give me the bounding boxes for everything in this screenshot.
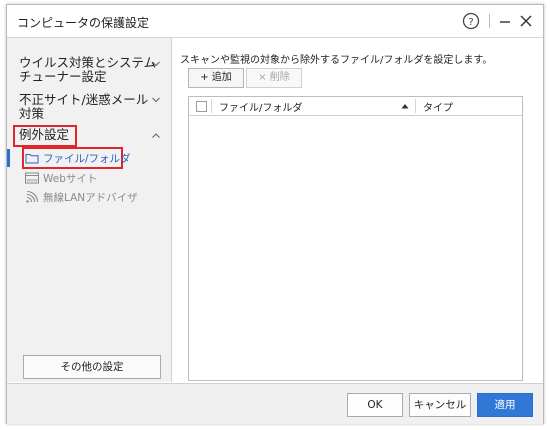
nav-group-exceptions[interactable]: 例外設定 <box>19 128 69 142</box>
sidebar-item-label: ファイル/フォルダ <box>43 152 131 165</box>
titlebar-divider <box>489 14 490 28</box>
nav-group-web-mail[interactable]: 不正サイト/迷惑メール 対策 <box>19 93 148 121</box>
help-icon[interactable]: ? <box>461 11 481 31</box>
ok-button[interactable]: OK <box>347 393 403 417</box>
nav-group-antivirus[interactable]: ウイルス対策とシステム チューナー設定 <box>19 56 156 84</box>
chevron-down-icon[interactable] <box>151 96 161 104</box>
svg-text:?: ? <box>468 17 473 28</box>
minimize-icon[interactable] <box>498 13 512 29</box>
active-indicator <box>7 149 10 167</box>
sidebar-item-label: 無線LANアドバイザ <box>43 191 138 204</box>
cancel-button[interactable]: キャンセル <box>409 393 471 417</box>
wifi-icon <box>26 190 39 203</box>
www-icon: www <box>25 172 39 184</box>
main-panel: スキャンや監視の対象から除外するファイル/フォルダを設定します。 + 追加 × … <box>172 38 543 382</box>
footer-bar: OK キャンセル 適用 <box>7 383 543 424</box>
nav-group-label: チューナー設定 <box>19 69 107 84</box>
chevron-down-icon[interactable] <box>151 60 161 68</box>
sidebar-item-website[interactable]: www Webサイト <box>25 169 97 187</box>
chevron-up-icon[interactable] <box>151 132 161 140</box>
sidebar-item-wifi-advisor[interactable]: 無線LANアドバイザ <box>25 188 138 206</box>
settings-window: コンピュータの保護設定 ? ウイルス対策とシステム チューナー設定 不正サイト/… <box>6 4 544 424</box>
add-button[interactable]: + 追加 <box>188 68 244 88</box>
column-header-file-folder[interactable]: ファイル/フォルダ <box>219 99 302 114</box>
table-header: ファイル/フォルダ タイプ <box>189 97 522 116</box>
delete-button[interactable]: × 削除 <box>246 68 302 88</box>
nav-group-label: ウイルス対策とシステム <box>19 55 157 70</box>
select-all-checkbox[interactable] <box>196 101 207 112</box>
apply-button[interactable]: 適用 <box>477 393 533 417</box>
description-text: スキャンや監視の対象から除外するファイル/フォルダを設定します。 <box>180 55 493 66</box>
sidebar-item-file-folder[interactable]: ファイル/フォルダ <box>25 149 131 167</box>
column-header-type[interactable]: タイプ <box>423 99 453 114</box>
svg-text:www: www <box>26 179 37 184</box>
sidebar: ウイルス対策とシステム チューナー設定 不正サイト/迷惑メール 対策 例外設定 … <box>7 38 172 382</box>
close-icon[interactable] <box>519 13 533 29</box>
sidebar-item-label: Webサイト <box>43 172 98 185</box>
nav-group-label: 対策 <box>19 106 45 121</box>
nav-group-label: 不正サイト/迷惑メール <box>19 92 149 107</box>
folder-icon <box>25 154 39 164</box>
title-bar: コンピュータの保護設定 ? <box>7 5 543 38</box>
column-divider <box>415 99 416 113</box>
column-divider <box>211 99 212 113</box>
window-title: コンピュータの保護設定 <box>17 16 150 30</box>
exclusion-table: ファイル/フォルダ タイプ <box>188 96 523 381</box>
nav-group-label: 例外設定 <box>19 127 70 142</box>
sort-up-icon[interactable] <box>401 103 409 109</box>
other-settings-button[interactable]: その他の設定 <box>23 355 161 379</box>
